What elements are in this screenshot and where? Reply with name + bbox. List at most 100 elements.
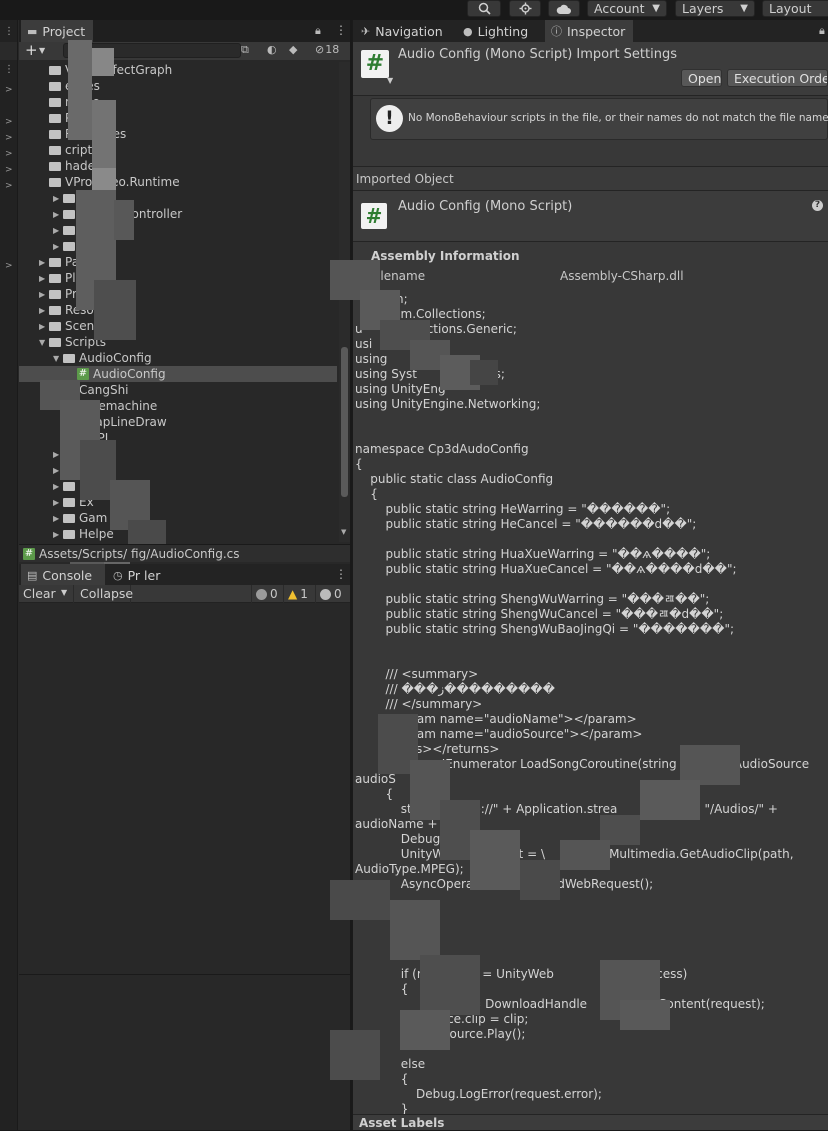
- tab-project[interactable]: ▬ Project: [21, 20, 93, 42]
- folder-icon: [49, 337, 61, 347]
- scrollbar-thumb[interactable]: [341, 347, 348, 497]
- chevron-right-icon[interactable]: ▶: [53, 482, 63, 491]
- chevron-right-icon[interactable]: ▶: [53, 226, 63, 235]
- tree-item-folder[interactable]: ▶Plug: [19, 270, 337, 286]
- more-icon[interactable]: ⋮: [4, 64, 14, 75]
- tree-item-folder[interactable]: ▶Par em: [19, 254, 337, 270]
- open-button[interactable]: Open: [681, 69, 722, 87]
- lock-icon[interactable]: 🔒︎: [315, 24, 321, 38]
- imported-object-row: # Audio Config (Mono Script) ?: [353, 190, 828, 242]
- code-line: public static string ShengWuBaoJingQi = …: [355, 622, 735, 636]
- filter-icon[interactable]: ◐: [267, 43, 277, 56]
- tree-item-folder[interactable]: ▶TP: [19, 190, 337, 206]
- more-icon[interactable]: ⋮: [335, 567, 347, 581]
- chevron-down-icon[interactable]: ▼: [341, 528, 346, 536]
- code-line: using UnityEng: [355, 382, 446, 396]
- info-toggle[interactable]: 0: [251, 585, 283, 603]
- chevron-right-icon[interactable]: ▶: [39, 322, 49, 331]
- chevron-right-icon[interactable]: ▶: [53, 514, 63, 523]
- code-line: {: [355, 787, 394, 801]
- chevron-down-icon[interactable]: ▼: [387, 76, 393, 85]
- tree-item-folder[interactable]: ▶Pres: [19, 286, 337, 302]
- path-text: Assets/Scripts/ fig/AudioConfig.cs: [39, 546, 240, 561]
- tree-item-folder[interactable]: ▼ Scripts: [19, 334, 337, 350]
- tab-inspector[interactable]: ⓘ Inspector: [545, 20, 633, 42]
- account-dropdown[interactable]: Account ▼: [587, 0, 667, 17]
- tree-item-folder[interactable]: ▶: [19, 222, 337, 238]
- tree-item-folder[interactable]: ▶ Scene: [19, 318, 337, 334]
- clear-button[interactable]: Clear: [23, 586, 56, 601]
- folder-icon: [49, 305, 61, 315]
- tree-item-label: VProVideo.Runtime: [65, 175, 180, 189]
- warning-toggle[interactable]: ▲ 1: [283, 585, 315, 603]
- error-count: 0: [334, 587, 342, 601]
- chevron-right-icon[interactable]: ▶: [53, 194, 63, 203]
- more-icon[interactable]: ⋮: [4, 26, 14, 37]
- tree-item-folder[interactable]: cripts: [19, 142, 337, 158]
- object-title: Audio Config (Mono Script): [398, 199, 573, 214]
- more-icon[interactable]: ⋮: [335, 23, 347, 37]
- tree-item-folder[interactable]: Plugins: [19, 110, 337, 126]
- folder-icon: [49, 97, 61, 107]
- console-log-area[interactable]: [19, 604, 350, 1130]
- lock-icon[interactable]: 🔒︎: [819, 24, 825, 38]
- tree-item-folder[interactable]: ▶ Helpe: [19, 526, 337, 542]
- console-divider[interactable]: [19, 974, 350, 975]
- script-icon: #: [361, 203, 387, 229]
- add-icon[interactable]: +: [25, 42, 38, 59]
- tree-item-folder[interactable]: ▶ Gam: [19, 510, 337, 526]
- tree-item-folder[interactable]: Resources: [19, 126, 337, 142]
- services-button[interactable]: [509, 0, 541, 17]
- project-scrollbar[interactable]: ▼: [339, 62, 350, 542]
- hidden-packages-toggle[interactable]: ⊘ 18: [315, 43, 339, 56]
- filename-value: Assembly-CSharp.dll: [560, 269, 684, 283]
- code-line: {: [355, 982, 409, 996]
- chevron-right-icon[interactable]: ▶: [39, 258, 49, 267]
- label-icon[interactable]: ◆: [289, 43, 297, 56]
- chevron-right-icon[interactable]: ▶: [39, 290, 49, 299]
- tree-item-folder[interactable]: ▶ Ex: [19, 494, 337, 510]
- collapse-button[interactable]: Collapse: [73, 585, 133, 603]
- layout-dropdown[interactable]: Layout: [762, 0, 828, 17]
- folder-icon: [49, 161, 61, 171]
- chevron-down-icon[interactable]: ▼: [53, 354, 63, 363]
- tree-item-folder[interactable]: ntime: [19, 94, 337, 110]
- chevron-down-icon[interactable]: ▼: [39, 43, 45, 58]
- folder-icon: [63, 209, 75, 219]
- search-button[interactable]: [467, 0, 501, 17]
- error-toggle[interactable]: 0: [315, 585, 350, 603]
- tree-item-folder[interactable]: ▼ AudioConfig: [19, 350, 337, 366]
- tree-item-folder[interactable]: ▶ Reso: [19, 302, 337, 318]
- execution-order-button[interactable]: Execution Order...: [727, 69, 828, 87]
- chevron-right-icon[interactable]: ▶: [39, 306, 49, 315]
- account-label: Account: [594, 1, 645, 16]
- tree-item-folder[interactable]: VisualEffectGraph: [19, 62, 337, 78]
- tree-item-folder[interactable]: ▶Message: [19, 478, 337, 494]
- tab-lighting[interactable]: ● Lighting: [457, 20, 543, 42]
- cloud-button[interactable]: [548, 0, 580, 17]
- chevron-right-icon[interactable]: ▶: [53, 210, 63, 219]
- chevron-down-icon[interactable]: ▼: [39, 338, 49, 347]
- layout-label: Layout: [769, 1, 812, 16]
- chevron-down-icon: ▼: [652, 3, 660, 14]
- help-icon[interactable]: ?: [812, 200, 823, 211]
- tree-item-folder[interactable]: ▶C my: [19, 238, 337, 254]
- chevron-right-icon[interactable]: ▶: [53, 242, 63, 251]
- chevron-down-icon[interactable]: ▼: [61, 588, 67, 597]
- folder-icon: [49, 81, 61, 91]
- search-by-type-icon[interactable]: ⧉: [241, 43, 249, 57]
- folder-icon: [49, 273, 61, 283]
- chevron-right-icon[interactable]: ▶: [53, 530, 63, 539]
- tree-item-folder[interactable]: VProVideo.Runtime: [19, 174, 337, 190]
- tree-item-folder[interactable]: enses: [19, 78, 337, 94]
- layers-dropdown[interactable]: Layers ▼: [675, 0, 755, 17]
- chevron-right-icon[interactable]: ▶: [53, 498, 63, 507]
- chevron-right-icon[interactable]: ▶: [39, 274, 49, 283]
- tree-item-folder[interactable]: haders: [19, 158, 337, 174]
- tab-navigation[interactable]: ✈︎ Navigation: [355, 20, 455, 42]
- error-icon: [320, 588, 331, 600]
- tab-profiler[interactable]: ◷ Pr ler: [107, 564, 187, 586]
- tab-console[interactable]: ▤ Console: [21, 564, 105, 586]
- script-icon: #: [77, 368, 89, 380]
- tree-item-folder[interactable]: ▶Person Controller: [19, 206, 337, 222]
